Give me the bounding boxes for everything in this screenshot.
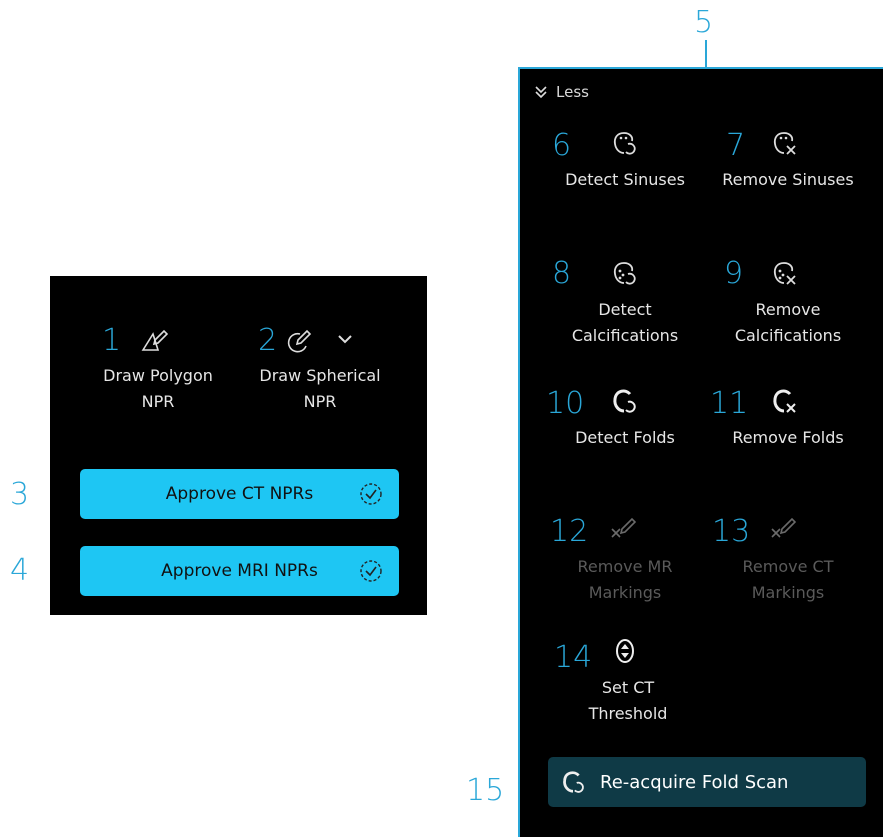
callout-8: 8 bbox=[552, 256, 572, 291]
chevron-down-icon[interactable] bbox=[338, 334, 352, 344]
less-label: Less bbox=[556, 83, 589, 101]
callout-2: 2 bbox=[258, 323, 278, 358]
approve-mri-nprs-button[interactable]: Approve MRI NPRs bbox=[80, 546, 399, 596]
remove-mr-markings-label[interactable]: Remove MR Markings bbox=[555, 554, 695, 606]
approve-ct-nprs-button[interactable]: Approve CT NPRs bbox=[80, 469, 399, 519]
approve-mri-label: Approve MRI NPRs bbox=[161, 561, 318, 581]
npr-panel: 1 Draw Polygon NPR 2 Draw Spherical NPR … bbox=[50, 276, 427, 615]
callout-14: 14 bbox=[554, 640, 593, 675]
detect-folds-label[interactable]: Detect Folds bbox=[555, 425, 695, 451]
callout-11: 11 bbox=[710, 386, 749, 421]
callout-10: 10 bbox=[546, 386, 585, 421]
callout-6: 6 bbox=[552, 128, 572, 163]
remove-sinuses-label[interactable]: Remove Sinuses bbox=[713, 167, 863, 193]
less-toggle[interactable]: Less bbox=[534, 83, 589, 101]
callout-13: 13 bbox=[712, 514, 751, 549]
callout-15: 15 bbox=[466, 773, 505, 808]
fold-detect-icon[interactable] bbox=[610, 387, 638, 415]
calcification-detect-icon[interactable] bbox=[610, 259, 638, 287]
erase-pencil-icon[interactable] bbox=[770, 513, 798, 541]
remove-folds-label[interactable]: Remove Folds bbox=[713, 425, 863, 451]
sinus-remove-icon[interactable] bbox=[770, 129, 798, 157]
threshold-icon[interactable] bbox=[611, 637, 639, 665]
tools-panel: Less 6 Detect Sinuses 7 Remove Sinuses 8… bbox=[518, 67, 883, 837]
reacquire-icon bbox=[563, 771, 584, 793]
remove-ct-markings-label[interactable]: Remove CT Markings bbox=[713, 554, 863, 606]
callout-12: 12 bbox=[550, 514, 589, 549]
callout-5: 5 bbox=[694, 5, 714, 40]
calcification-remove-icon[interactable] bbox=[770, 259, 798, 287]
double-chevron-down-icon bbox=[535, 86, 547, 99]
detect-sinuses-label[interactable]: Detect Sinuses bbox=[555, 167, 695, 193]
sinus-detect-icon[interactable] bbox=[610, 129, 638, 157]
check-circle-icon bbox=[360, 483, 382, 505]
polygon-pencil-icon[interactable] bbox=[140, 326, 168, 354]
callout-7: 7 bbox=[726, 128, 746, 163]
detect-calcifications-label[interactable]: Detect Calcifications bbox=[555, 297, 695, 349]
callout-1: 1 bbox=[102, 323, 122, 358]
callout-4: 4 bbox=[10, 553, 30, 588]
fold-remove-icon[interactable] bbox=[770, 387, 798, 415]
set-ct-threshold-label[interactable]: Set CT Threshold bbox=[558, 675, 698, 727]
sphere-pencil-icon[interactable] bbox=[284, 326, 312, 354]
draw-polygon-label[interactable]: Draw Polygon NPR bbox=[88, 363, 228, 415]
callout-9: 9 bbox=[724, 256, 744, 291]
erase-pencil-icon[interactable] bbox=[610, 513, 638, 541]
approve-ct-label: Approve CT NPRs bbox=[165, 484, 314, 504]
check-circle-icon bbox=[360, 560, 382, 582]
callout-5-connector bbox=[705, 40, 707, 67]
reacquire-label: Re-acquire Fold Scan bbox=[600, 771, 789, 793]
remove-calcifications-label[interactable]: Remove Calcifications bbox=[713, 297, 863, 349]
callout-3: 3 bbox=[10, 477, 30, 512]
reacquire-fold-scan-button[interactable]: Re-acquire Fold Scan bbox=[548, 757, 866, 807]
draw-spherical-label[interactable]: Draw Spherical NPR bbox=[245, 363, 395, 415]
